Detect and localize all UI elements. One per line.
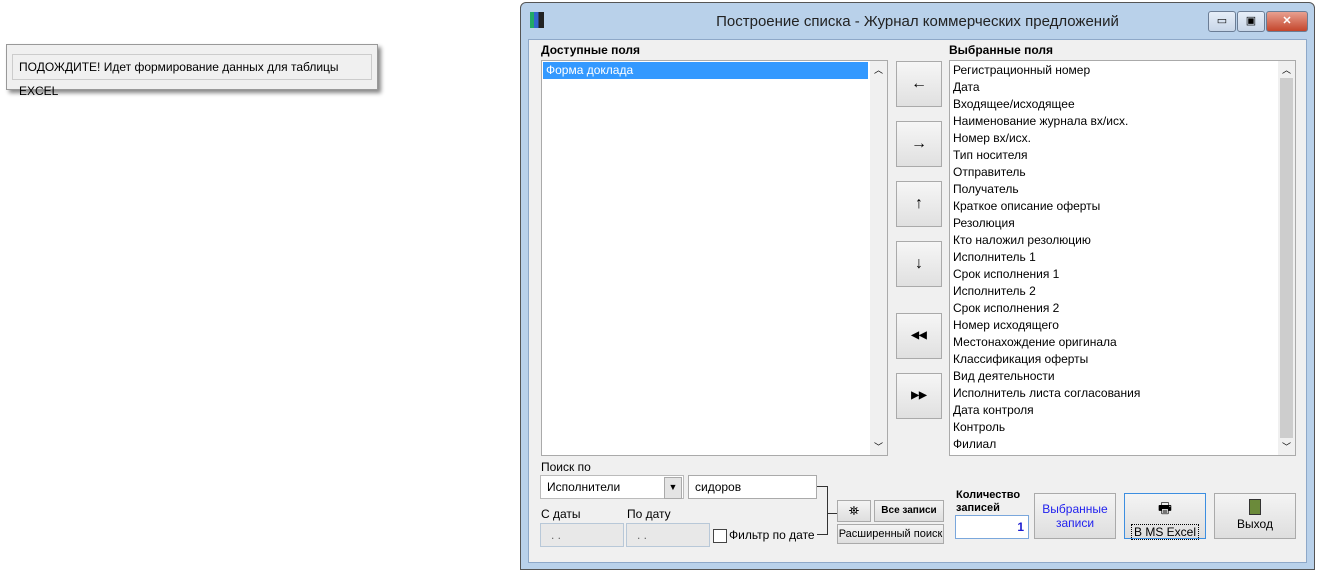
scroll-down-icon[interactable]: ﹀	[1282, 440, 1291, 453]
from-date-input[interactable]: . .	[540, 523, 624, 547]
binoculars-icon: ⛯	[848, 503, 860, 518]
selected-fields-label: Выбранные поля	[949, 43, 1053, 57]
exit-label: Выход	[1237, 517, 1273, 531]
move-all-right-button[interactable]: ▶▶	[896, 373, 942, 419]
list-item[interactable]: Отправитель	[950, 164, 1295, 181]
selected-fields-list[interactable]: Регистрационный номер Дата Входящее/исходя…	[949, 60, 1296, 456]
list-item[interactable]: Номер исходящего	[950, 317, 1295, 334]
selected-items: Регистрационный номер Дата Входящее/исходя…	[950, 61, 1295, 453]
maximize-button[interactable]: ▣	[1237, 11, 1265, 32]
list-item[interactable]: Исполнитель 1	[950, 249, 1295, 266]
list-item[interactable]: Местонахождение оригинала	[950, 334, 1295, 351]
list-item[interactable]: Резолюция	[950, 215, 1295, 232]
client-area: Доступные поля Форма доклада ︿ ﹀ ← → ↑ ↓ …	[528, 39, 1307, 563]
search-by-label: Поиск по	[541, 460, 591, 474]
list-item[interactable]: Входящее/исходящее	[950, 96, 1295, 113]
connector-line	[817, 486, 828, 535]
chevron-down-icon[interactable]: ▼	[664, 477, 682, 499]
exit-button[interactable]: Выход	[1214, 493, 1296, 539]
app-icon	[530, 12, 544, 28]
search-field-value: Исполнители	[547, 480, 621, 494]
scroll-thumb[interactable]	[1280, 78, 1293, 438]
connector-line	[827, 513, 837, 514]
list-item[interactable]: Регистрационный номер	[950, 62, 1295, 79]
window-title: Построение списка - Журнал коммерческих …	[716, 13, 1119, 30]
list-item[interactable]: Краткое описание оферты	[950, 198, 1295, 215]
move-down-button[interactable]: ↓	[896, 241, 942, 287]
search-input[interactable]: сидоров	[688, 475, 817, 499]
move-all-left-button[interactable]: ◀◀	[896, 313, 942, 359]
title-bar: Построение списка - Журнал коммерческих …	[521, 3, 1314, 39]
list-item[interactable]: Срок исполнения 2	[950, 300, 1295, 317]
list-item[interactable]: Исполнитель листа согласования	[950, 385, 1295, 402]
move-right-button[interactable]: →	[896, 121, 942, 167]
list-item[interactable]: Получатель	[950, 181, 1295, 198]
close-button[interactable]: ✕	[1266, 11, 1308, 32]
list-builder-window: Построение списка - Журнал коммерческих …	[520, 2, 1315, 570]
list-item[interactable]: Наименование журнала вх/исх.	[950, 113, 1295, 130]
scroll-up-icon[interactable]: ︿	[874, 63, 883, 76]
export-excel-button[interactable]: 🖶 В MS Excel	[1124, 493, 1206, 540]
list-item[interactable]: Классификация оферты	[950, 351, 1295, 368]
list-item[interactable]: Контроль	[950, 419, 1295, 436]
list-item[interactable]: Вид деятельности	[950, 368, 1295, 385]
date-filter-checkbox[interactable]	[713, 529, 727, 543]
printer-icon: 🖶	[1157, 500, 1173, 517]
from-date-label: С даты	[541, 507, 581, 521]
list-item[interactable]: Кто наложил резолюцию	[950, 232, 1295, 249]
minimize-button[interactable]: ▭	[1208, 11, 1236, 32]
list-item[interactable]: Номер вх/исх.	[950, 130, 1295, 147]
search-field-select[interactable]: Исполнители ▼	[540, 475, 684, 499]
excel-label: В MS Excel	[1130, 524, 1199, 540]
scrollbar[interactable]: ︿ ﹀	[870, 61, 887, 455]
wait-popup: ПОДОЖДИТЕ! Идет формирование данных для …	[6, 44, 378, 98]
advanced-search-button[interactable]: Расширенный поиск	[837, 524, 944, 544]
move-up-button[interactable]: ↑	[896, 181, 942, 227]
list-item[interactable]: Филиал	[950, 436, 1295, 453]
scroll-down-icon[interactable]: ﹀	[874, 440, 883, 453]
scrollbar[interactable]: ︿ ﹀	[1278, 61, 1295, 455]
list-item[interactable]: Тип носителя	[950, 147, 1295, 164]
find-button[interactable]: ⛯	[837, 500, 871, 522]
list-item[interactable]: Дата контроля	[950, 402, 1295, 419]
to-date-input[interactable]: . .	[626, 523, 710, 547]
list-item[interactable]: Форма доклада	[543, 62, 868, 79]
all-records-button[interactable]: Все записи	[874, 500, 944, 522]
selected-records-button[interactable]: Выбранные записи	[1034, 493, 1116, 539]
scroll-up-icon[interactable]: ︿	[1282, 63, 1291, 76]
records-count-value: 1	[955, 515, 1029, 539]
date-filter-label: Фильтр по дате	[729, 528, 815, 542]
list-item[interactable]: Срок исполнения 1	[950, 266, 1295, 283]
exit-door-icon	[1249, 499, 1261, 515]
available-fields-list[interactable]: Форма доклада ︿ ﹀	[541, 60, 888, 456]
wait-message: ПОДОЖДИТЕ! Идет формирование данных для …	[12, 54, 372, 98]
list-item[interactable]: Дата	[950, 79, 1295, 96]
list-item[interactable]: Исполнитель 2	[950, 283, 1295, 300]
move-left-button[interactable]: ←	[896, 61, 942, 107]
records-count-label: Количество записей	[956, 489, 1021, 514]
available-fields-label: Доступные поля	[541, 43, 641, 57]
to-date-label: По дату	[627, 507, 671, 521]
